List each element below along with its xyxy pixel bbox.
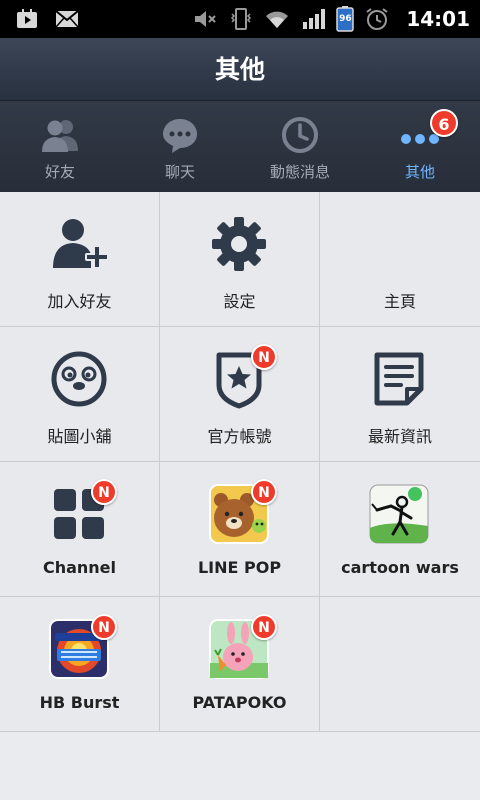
tab-label: 動態消息: [269, 163, 330, 181]
title-bar: 其他: [0, 38, 480, 101]
battery-icon: 96: [336, 6, 355, 32]
clock-icon: [282, 117, 318, 153]
grid-item-label: 最新資訊: [367, 427, 432, 446]
grid-item-label: 設定: [223, 292, 256, 311]
new-badge: N: [251, 479, 277, 505]
tab-more[interactable]: 6 其他: [360, 101, 480, 192]
grid-item-label: HB Burst: [39, 693, 120, 712]
clock-time: 14:01: [406, 7, 470, 31]
vibrate-icon: [231, 8, 252, 30]
grid-item-label: Channel: [42, 558, 117, 577]
chat-icon: [163, 119, 197, 153]
grid-item-empty: [320, 597, 480, 731]
grid-item-line-pop[interactable]: N LINE POP: [160, 462, 319, 596]
grid-item-patapoko[interactable]: N PATAPOKO: [160, 597, 319, 731]
tab-label: 其他: [404, 163, 435, 181]
signal-icon: [303, 9, 326, 29]
bottom-area: [0, 732, 480, 800]
alarm-icon: [366, 8, 388, 30]
wifi-icon: [266, 11, 289, 28]
page-title: 其他: [214, 55, 265, 84]
grid-item-label: PATAPOKO: [192, 693, 287, 712]
grid-item-label: 貼圖小舖: [47, 427, 112, 446]
menu-grid: 加入好友 設定 主頁 貼圖小舖 N 官方帳號 最新資訊 N Channel N …: [0, 192, 480, 732]
tab-bar: 好友 聊天 動態消息 6 其他: [0, 101, 480, 192]
grid-item-label: LINE POP: [197, 558, 282, 577]
grid-item-news[interactable]: 最新資訊: [320, 327, 480, 461]
cartoon-wars-icon: [369, 484, 429, 544]
status-bar: 96 14:01: [0, 0, 480, 38]
mail-icon: [55, 10, 79, 28]
grid-item-label: cartoon wars: [341, 558, 459, 577]
mute-icon: [195, 11, 217, 27]
new-badge: N: [91, 479, 117, 505]
grid-item-label: 加入好友: [47, 292, 112, 311]
grid-item-cartoon-wars[interactable]: cartoon wars: [320, 462, 480, 596]
grid-item-label: 官方帳號: [207, 427, 272, 446]
tab-label: 聊天: [164, 163, 195, 181]
grid-item-add-friend[interactable]: 加入好友: [0, 192, 159, 326]
news-icon: [374, 352, 424, 406]
new-badge: N: [251, 344, 277, 370]
tab-timeline[interactable]: 動態消息: [240, 101, 360, 192]
grid-item-settings[interactable]: 設定: [160, 192, 319, 326]
sticker-shop-icon: [51, 351, 107, 407]
gear-icon: [212, 217, 266, 271]
add-friend-icon: [53, 219, 109, 269]
play-store-icon: [17, 9, 37, 28]
grid-item-hb-burst[interactable]: N HB Burst: [0, 597, 159, 731]
tab-chat[interactable]: 聊天: [120, 101, 240, 192]
grid-item-sticker-shop[interactable]: 貼圖小舖: [0, 327, 159, 461]
grid-item-channel[interactable]: N Channel: [0, 462, 159, 596]
new-badge: N: [251, 614, 277, 640]
grid-item-label: 主頁: [383, 292, 416, 311]
new-badge: N: [91, 614, 117, 640]
tab-friends[interactable]: 好友: [0, 101, 120, 192]
battery-level: 96: [339, 14, 352, 24]
grid-item-official-account[interactable]: N 官方帳號: [160, 327, 319, 461]
friends-icon: [42, 120, 78, 152]
grid-item-home[interactable]: 主頁: [320, 192, 480, 326]
tab-label: 好友: [44, 163, 75, 181]
notification-badge: 6: [430, 109, 458, 137]
